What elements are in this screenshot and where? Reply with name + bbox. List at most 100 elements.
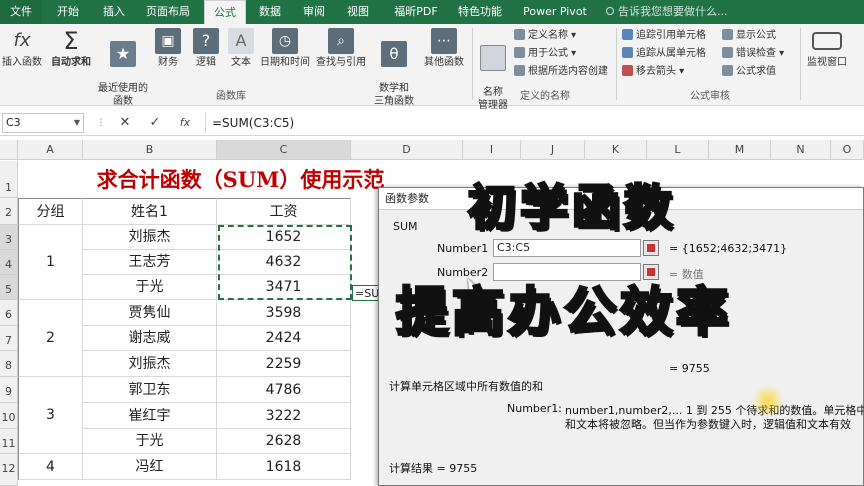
math-trig-label: 数学和 三角函数 bbox=[374, 83, 414, 107]
name-cell[interactable]: 谢志威 bbox=[83, 326, 217, 351]
tab-file[interactable]: 文件 bbox=[0, 0, 42, 24]
define-name-label: 定义名称 ▾ bbox=[528, 30, 577, 41]
salary-cell[interactable]: 3598 bbox=[217, 300, 351, 326]
column-header[interactable]: I bbox=[463, 140, 521, 160]
chevron-down-icon: ▼ bbox=[73, 118, 80, 127]
enter-button[interactable]: ✓ bbox=[144, 113, 166, 133]
row-header[interactable]: 11 bbox=[0, 429, 18, 454]
lookup-reference-button[interactable]: ⌕ 查找与引用 bbox=[314, 28, 368, 69]
salary-cell[interactable]: 1618 bbox=[217, 454, 351, 480]
group-cell[interactable]: 2 bbox=[18, 300, 83, 377]
logical-button[interactable]: ? 逻辑 bbox=[190, 28, 222, 69]
row-header[interactable]: 1 bbox=[0, 161, 18, 198]
row-header[interactable]: 12 bbox=[0, 454, 18, 486]
remove-arrows-button[interactable]: 移去箭头 ▾ bbox=[622, 64, 684, 80]
active-cell-d5[interactable]: =SU bbox=[352, 285, 380, 301]
trace-precedents-button[interactable]: 追踪引用单元格 bbox=[622, 28, 706, 44]
function-name: SUM bbox=[393, 220, 418, 233]
header-cell-group[interactable]: 分组 bbox=[18, 198, 83, 225]
create-from-selection-button[interactable]: 根据所选内容创建 bbox=[514, 64, 608, 80]
row-header[interactable]: 10 bbox=[0, 403, 18, 429]
column-header[interactable]: B bbox=[83, 140, 217, 160]
group-cell[interactable]: 1 bbox=[18, 225, 83, 300]
salary-cell[interactable]: 2628 bbox=[217, 429, 351, 454]
name-cell[interactable]: 郭卫东 bbox=[83, 377, 217, 403]
tab-view[interactable]: 视图 bbox=[340, 0, 376, 24]
column-header[interactable]: D bbox=[351, 140, 463, 160]
row-header[interactable]: 3 bbox=[0, 225, 18, 250]
financial-label: 财务 bbox=[158, 57, 178, 68]
trace-dependents-label: 追踪从属单元格 bbox=[636, 48, 706, 59]
header-cell-name[interactable]: 姓名1 bbox=[83, 198, 217, 225]
cancel-button[interactable]: ✕ bbox=[114, 113, 136, 133]
range-select-icon[interactable] bbox=[643, 240, 659, 256]
define-name-button[interactable]: 定义名称 ▾ bbox=[514, 28, 576, 44]
header-cell-salary[interactable]: 工资 bbox=[217, 198, 351, 225]
name-cell[interactable]: 于光 bbox=[83, 275, 217, 300]
salary-cell[interactable]: 2424 bbox=[217, 326, 351, 351]
group-cell[interactable]: 3 bbox=[18, 377, 83, 454]
salary-cell[interactable]: 4786 bbox=[217, 377, 351, 403]
tab-formulas[interactable]: 公式 bbox=[204, 0, 246, 24]
row-header[interactable]: 7 bbox=[0, 326, 18, 351]
tab-page-layout[interactable]: 页面布局 bbox=[138, 0, 198, 24]
more-functions-button[interactable]: ⋯ 其他函数 bbox=[420, 28, 468, 69]
tab-data[interactable]: 数据 bbox=[252, 0, 288, 24]
insert-function-button[interactable]: fx 插入函数 bbox=[2, 28, 42, 69]
name-box[interactable]: C3 ▼ bbox=[2, 113, 84, 133]
column-header[interactable]: O bbox=[831, 140, 864, 160]
salary-cell[interactable]: 2259 bbox=[217, 351, 351, 377]
use-in-formula-button[interactable]: 用于公式 ▾ bbox=[514, 46, 576, 62]
column-header[interactable]: M bbox=[709, 140, 771, 160]
name-cell[interactable]: 崔红宇 bbox=[83, 403, 217, 429]
tab-features[interactable]: 特色功能 bbox=[454, 0, 506, 24]
group-cell[interactable]: 4 bbox=[18, 454, 83, 480]
name-cell[interactable]: 王志芳 bbox=[83, 250, 217, 275]
number1-input[interactable]: C3:C5 bbox=[493, 239, 641, 257]
date-time-button[interactable]: ◷ 日期和时间 bbox=[258, 28, 312, 69]
logical-label: 逻辑 bbox=[196, 57, 216, 68]
name-cell[interactable]: 于光 bbox=[83, 429, 217, 454]
select-all-corner[interactable] bbox=[0, 140, 18, 160]
tab-home[interactable]: 开始 bbox=[48, 0, 88, 24]
recent-functions-button[interactable]: ★ 最近使用的 函数 bbox=[96, 28, 150, 108]
insert-function-fx-button[interactable]: fx bbox=[174, 113, 196, 133]
tab-review[interactable]: 审阅 bbox=[296, 0, 332, 24]
name-cell[interactable]: 刘振杰 bbox=[83, 225, 217, 250]
show-formulas-button[interactable]: 显示公式 bbox=[722, 28, 776, 44]
evaluate-formula-button[interactable]: 公式求值 bbox=[722, 64, 776, 80]
column-header[interactable]: L bbox=[647, 140, 709, 160]
trace-dependents-button[interactable]: 追踪从属单元格 bbox=[622, 46, 706, 62]
financial-button[interactable]: ▣ 财务 bbox=[152, 28, 184, 69]
salary-cell[interactable]: 3222 bbox=[217, 403, 351, 429]
autosum-button[interactable]: Σ 自动求和 bbox=[48, 28, 94, 69]
row-header[interactable]: 9 bbox=[0, 377, 18, 403]
column-header[interactable]: J bbox=[521, 140, 585, 160]
column-header[interactable]: A bbox=[18, 140, 83, 160]
show-formulas-label: 显示公式 bbox=[736, 30, 776, 41]
row-header[interactable]: 4 bbox=[0, 250, 18, 275]
row-header[interactable]: 8 bbox=[0, 351, 18, 377]
name-cell[interactable]: 冯红 bbox=[83, 454, 217, 480]
tell-me-search[interactable]: 告诉我您想要做什么... bbox=[606, 0, 766, 24]
evaluate-formula-label: 公式求值 bbox=[736, 66, 776, 77]
name-cell[interactable]: 刘振杰 bbox=[83, 351, 217, 377]
tab-insert[interactable]: 插入 bbox=[94, 0, 134, 24]
tab-foxit-pdf[interactable]: 福昕PDF bbox=[386, 0, 446, 24]
glasses-icon bbox=[812, 32, 842, 50]
watch-window-label: 监视窗口 bbox=[807, 57, 847, 68]
column-header[interactable]: K bbox=[585, 140, 647, 160]
row-header[interactable]: 2 bbox=[0, 198, 18, 225]
watch-window-button[interactable]: 监视窗口 bbox=[802, 32, 852, 69]
name-cell[interactable]: 贾隽仙 bbox=[83, 300, 217, 326]
text-functions-button[interactable]: A 文本 bbox=[226, 28, 256, 69]
row-header[interactable]: 6 bbox=[0, 300, 18, 326]
math-trig-button[interactable]: θ 数学和 三角函数 bbox=[370, 28, 418, 108]
column-header[interactable]: C bbox=[217, 140, 351, 160]
row-header[interactable]: 5 bbox=[0, 275, 18, 300]
name-manager-button[interactable]: 名称 管理器 bbox=[474, 32, 512, 112]
formula-input[interactable]: =SUM(C3:C5) bbox=[205, 113, 860, 133]
tab-power-pivot[interactable]: Power Pivot bbox=[518, 0, 592, 24]
error-checking-button[interactable]: 错误检查 ▾ bbox=[722, 46, 784, 62]
column-header[interactable]: N bbox=[771, 140, 831, 160]
